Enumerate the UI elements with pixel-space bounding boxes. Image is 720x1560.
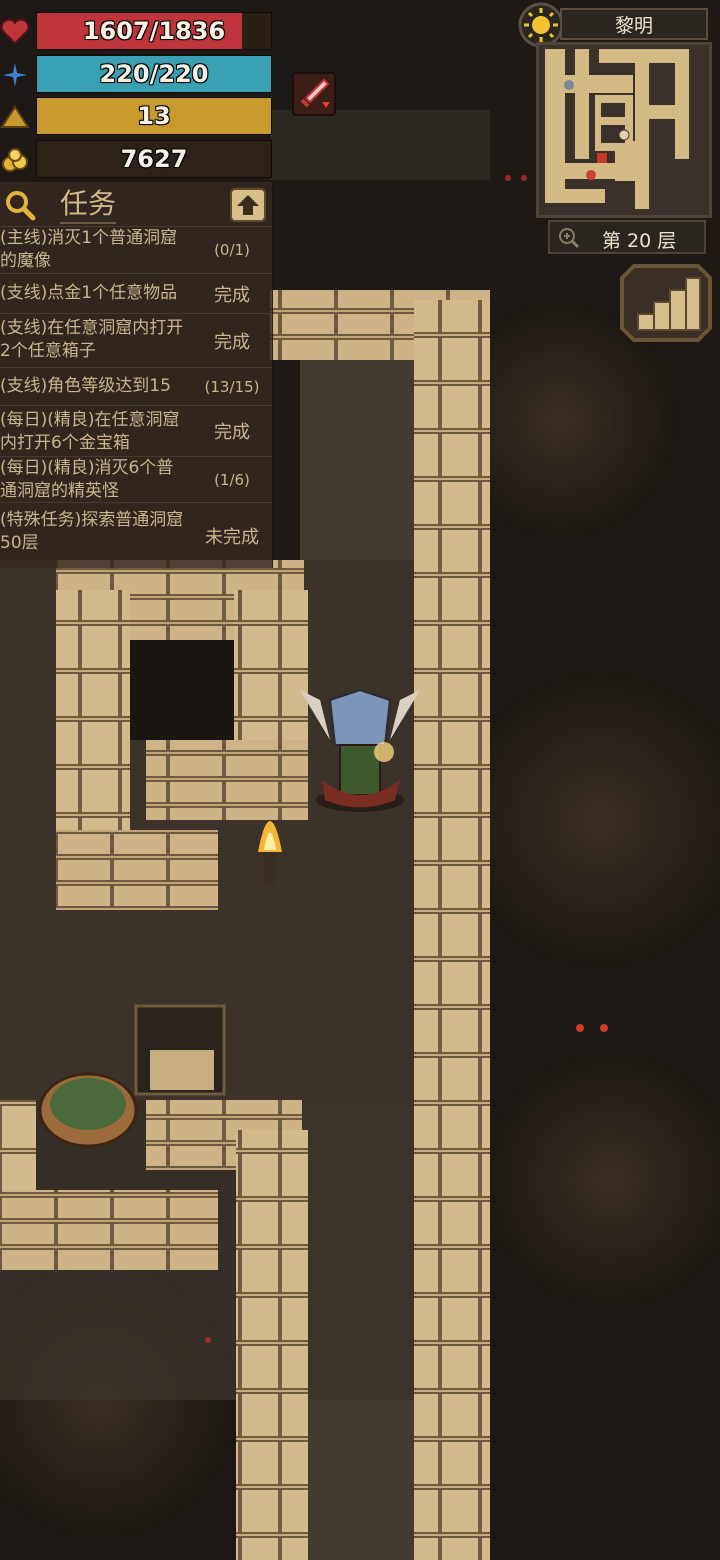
- quest-item[interactable]: (特殊任务)探索普通洞窟50层 未完成: [0, 502, 272, 568]
- gold-text: 7627: [120, 145, 188, 173]
- quest-item[interactable]: (每日)(精良)在任意洞窟内打开6个金宝箱 完成: [0, 405, 272, 456]
- quest-text: (特殊任务)探索普通洞窟50层: [0, 510, 184, 553]
- quest-status: (1/6): [214, 470, 250, 489]
- quest-title: 任务: [60, 186, 117, 224]
- gold-bar: 7627: [36, 140, 272, 178]
- floor-indicator[interactable]: 第 20 层: [548, 220, 706, 254]
- gold-coins-icon: [2, 148, 28, 172]
- level-bar: 13: [36, 97, 272, 135]
- quest-text: (主线)消灭1个普通洞窟的魔像: [0, 228, 178, 271]
- quest-item[interactable]: (支线)点金1个任意物品 完成: [0, 273, 272, 313]
- weapon-button[interactable]: [292, 72, 336, 116]
- mp-bar: 220/220: [36, 55, 272, 93]
- minimap[interactable]: [536, 42, 712, 218]
- floor-label: 第 20 层: [602, 230, 677, 252]
- hp-stat: 1607/1836: [0, 12, 272, 52]
- zoom-icon: [559, 228, 580, 249]
- quest-text: (支线)点金1个任意物品: [0, 283, 178, 303]
- mp-stat: 220/220: [0, 55, 272, 95]
- search-icon[interactable]: [4, 189, 36, 221]
- quest-text: (支线)角色等级达到15: [0, 376, 171, 396]
- level-triangle-icon: [0, 105, 30, 128]
- mana-sparkle-icon: [3, 63, 27, 87]
- quest-status: (13/15): [204, 377, 260, 396]
- quest-item[interactable]: (主线)消灭1个普通洞窟的魔像 (0/1): [0, 226, 272, 273]
- quest-item[interactable]: (支线)角色等级达到15 (13/15): [0, 367, 272, 405]
- quest-status: 完成: [214, 331, 250, 353]
- quest-text: (每日)(精良)在任意洞窟内打开6个金宝箱: [0, 410, 180, 453]
- level-stat: 13: [0, 97, 272, 137]
- gold-stat: 7627: [0, 140, 272, 180]
- collapse-quest-button[interactable]: [230, 188, 266, 222]
- mp-text: 220/220: [99, 60, 209, 88]
- quest-status: 未完成: [205, 526, 259, 548]
- heart-icon: [0, 18, 30, 45]
- minimap-map: [539, 45, 709, 215]
- quest-panel: 任务 (主线)消灭1个普通洞窟的魔像 (0/1) (支线)点金1个任意物品 完成…: [0, 182, 273, 568]
- quest-status: 完成: [214, 284, 250, 306]
- level-text: 13: [137, 102, 171, 130]
- quest-status: 完成: [214, 422, 250, 443]
- quest-status: (0/1): [214, 241, 250, 259]
- quest-item[interactable]: (每日)(精良)消灭6个普通洞窟的精英怪 (1/6): [0, 456, 272, 502]
- time-of-day-label: 黎明: [560, 8, 708, 40]
- hp-text: 1607/1836: [82, 17, 226, 45]
- quest-text: (每日)(精良)消灭6个普通洞窟的精英怪: [0, 458, 174, 501]
- hp-bar: 1607/1836: [36, 12, 272, 50]
- quest-header: 任务: [0, 182, 272, 226]
- quest-item[interactable]: (支线)在任意洞窟内打开2个任意箱子 完成: [0, 313, 272, 367]
- sword-down-icon: [300, 78, 330, 108]
- stairs-icon[interactable]: [620, 262, 712, 344]
- arrow-up-icon: [237, 195, 259, 215]
- quest-text: (支线)在任意洞窟内打开2个任意箱子: [0, 318, 184, 361]
